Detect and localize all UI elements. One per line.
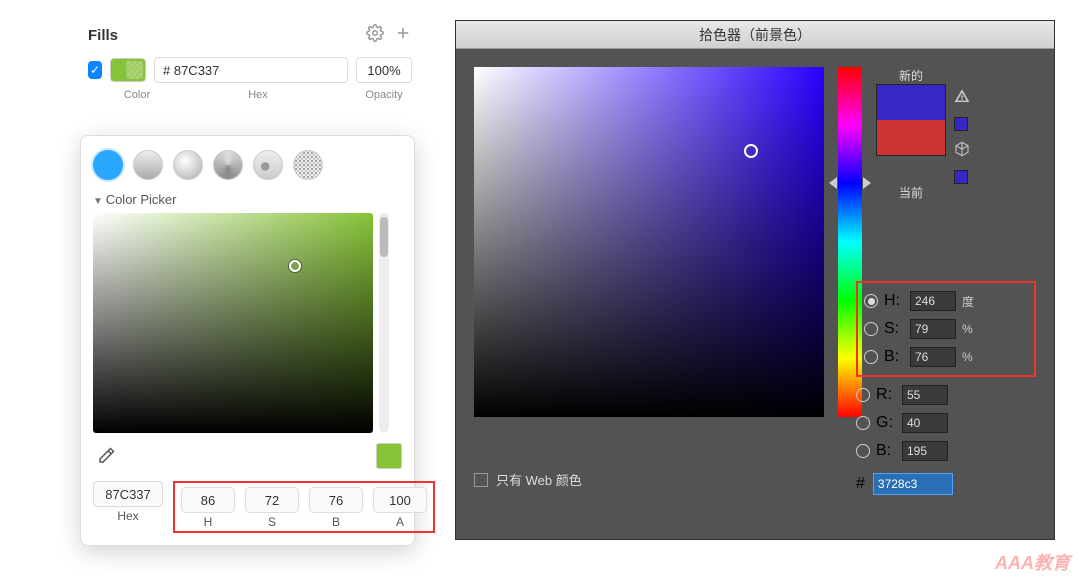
sb-cursor-icon[interactable] <box>289 260 301 272</box>
gamut-swatch[interactable] <box>954 117 968 131</box>
opacity-input[interactable] <box>356 57 412 83</box>
h-input[interactable] <box>181 487 235 513</box>
hsba-highlight-box: H S B A <box>173 481 435 533</box>
sketch-fills-panel: Fills ✓ Color Hex Opacity Color <box>80 20 420 107</box>
ps-value-fields: H: 度 S: % B: % R: G: <box>856 281 1036 495</box>
ps-s-unit: % <box>962 322 980 336</box>
eyedropper-icon[interactable] <box>93 443 119 469</box>
ps-r-input[interactable] <box>902 385 948 405</box>
ps-hex-input[interactable] <box>873 473 953 495</box>
web-only-row[interactable]: 只有 Web 颜色 <box>474 470 582 489</box>
ps-g-label: G: <box>876 414 896 432</box>
hsb-highlight-box: H: 度 S: % B: % <box>856 281 1036 377</box>
fills-header: Fills <box>80 20 420 51</box>
plus-icon[interactable] <box>394 24 412 47</box>
b-input[interactable] <box>309 487 363 513</box>
mode-linear-icon[interactable] <box>133 150 163 180</box>
b-label: B <box>332 515 340 529</box>
gear-icon[interactable] <box>366 24 384 47</box>
warning-icon[interactable] <box>954 88 970 107</box>
b-radio[interactable] <box>864 350 878 364</box>
r-radio[interactable] <box>856 388 870 402</box>
s-radio[interactable] <box>864 322 878 336</box>
watermark: AAA教育 <box>995 549 1070 575</box>
fills-title: Fills <box>88 27 118 44</box>
s-label: S <box>268 515 276 529</box>
ps-r-label: R: <box>876 386 896 404</box>
ps-b-input[interactable] <box>910 347 956 367</box>
hex-value-input[interactable] <box>93 481 163 507</box>
opacity-label: Opacity <box>356 89 412 101</box>
h-radio[interactable] <box>864 294 878 308</box>
ps-h-input[interactable] <box>910 291 956 311</box>
mode-noise-icon[interactable] <box>293 150 323 180</box>
ps-b-unit: % <box>962 350 980 364</box>
current-color-swatch <box>877 120 945 155</box>
hue-slider-thumb-icon[interactable] <box>829 177 871 189</box>
web-only-checkbox[interactable] <box>474 473 488 487</box>
current-color-label: 当前 <box>876 184 946 201</box>
fill-enabled-checkbox[interactable]: ✓ <box>88 61 102 79</box>
websafe-swatch[interactable] <box>954 170 968 184</box>
ps-b-label: B: <box>884 348 904 366</box>
s-input[interactable] <box>245 487 299 513</box>
color-popover: Color Picker Hex <box>80 135 415 546</box>
popover-scrollbar[interactable] <box>379 213 389 433</box>
color-label: Color <box>114 89 160 101</box>
web-only-label: 只有 Web 颜色 <box>496 470 582 489</box>
color-preview-swatch <box>376 443 402 469</box>
picker-heading[interactable]: Color Picker <box>93 188 402 213</box>
ps-saturation-brightness-field[interactable] <box>474 67 824 417</box>
mode-radial-icon[interactable] <box>173 150 203 180</box>
ps-sb-cursor-icon[interactable] <box>744 144 758 158</box>
new-color-label: 新的 <box>876 67 946 84</box>
fill-labels: Color Hex Opacity <box>80 89 420 107</box>
hex-input[interactable] <box>154 57 348 83</box>
new-color-swatch <box>877 85 945 120</box>
photoshop-color-picker: 拾色器（前景色） 新的 <box>455 20 1055 540</box>
hex-value-label: Hex <box>117 509 138 523</box>
ps-titlebar: 拾色器（前景色） <box>456 21 1054 49</box>
ps-h-label: H: <box>884 292 904 310</box>
mode-image-icon[interactable] <box>253 150 283 180</box>
fill-mode-row <box>93 146 402 188</box>
g-radio[interactable] <box>856 416 870 430</box>
new-current-swatches[interactable] <box>876 84 946 156</box>
ps-s-label: S: <box>884 320 904 338</box>
ps-rgb-b-input[interactable] <box>902 441 948 461</box>
hex-label: Hex <box>168 89 348 101</box>
ps-hex-prefix: # <box>856 475 865 493</box>
fill-swatch[interactable] <box>110 58 146 82</box>
a-input[interactable] <box>373 487 427 513</box>
cube-icon[interactable] <box>954 141 970 160</box>
ps-h-unit: 度 <box>962 293 980 310</box>
mode-solid-icon[interactable] <box>93 150 123 180</box>
ps-s-input[interactable] <box>910 319 956 339</box>
rgb-b-radio[interactable] <box>856 444 870 458</box>
mode-angular-icon[interactable] <box>213 150 243 180</box>
ps-rgb-b-label: B: <box>876 442 896 460</box>
ps-g-input[interactable] <box>902 413 948 433</box>
saturation-brightness-field[interactable] <box>93 213 373 433</box>
a-label: A <box>396 515 404 529</box>
h-label: H <box>204 515 213 529</box>
fill-row: ✓ <box>80 51 420 89</box>
